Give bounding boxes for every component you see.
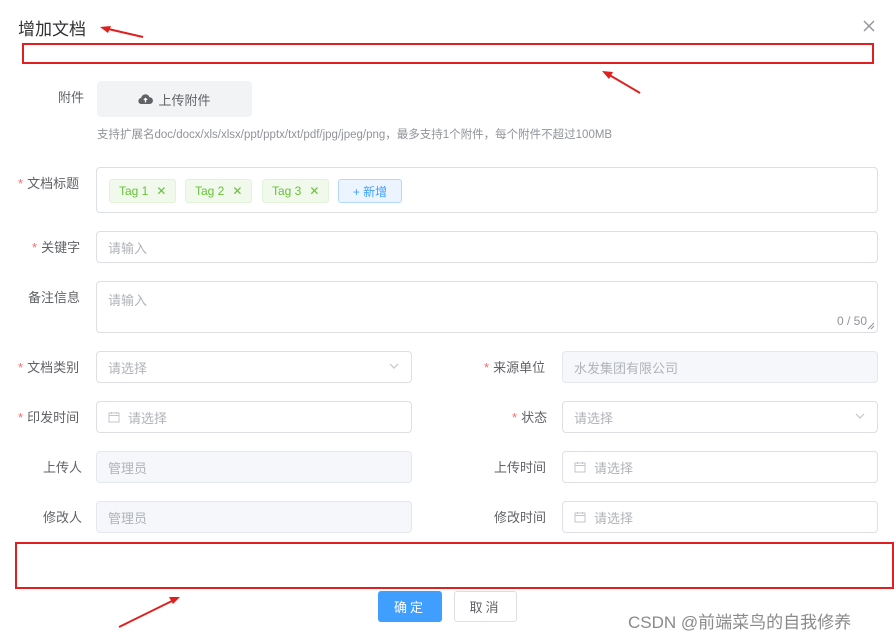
uploader-value: 管理员 [108,460,148,476]
doc-type-select[interactable]: 请选择 [96,351,412,383]
annotation-box-top [22,43,874,64]
chevron-down-icon [855,413,865,419]
cancel-button[interactable]: 取消 [454,591,517,622]
remarks-placeholder: 请输入 [108,293,148,308]
source-unit-input: 水发集团有限公司 [562,351,878,383]
tag-close-icon[interactable]: ✕ [156,184,166,198]
upload-attachment-button[interactable]: 上传附件 [97,81,252,117]
required-mark: * [18,410,24,425]
upload-time-picker[interactable]: 请选择 [562,451,878,483]
required-mark: * [18,360,24,375]
issue-time-label: * 印发时间 [18,410,80,425]
tag-item: Tag 3 ✕ [262,179,330,203]
modifier-input: 管理员 [96,501,412,533]
uploader-input: 管理员 [96,451,412,483]
upload-button-label: 上传附件 [158,92,211,108]
doc-type-placeholder: 请选择 [108,360,148,376]
required-mark: * [32,240,38,255]
calendar-icon [108,412,120,423]
confirm-button[interactable]: 确定 [378,591,442,622]
keyword-placeholder: 请输入 [108,240,148,256]
tag-item: Tag 1 ✕ [109,179,177,203]
remarks-textarea[interactable]: 请输入 0 / 50 [96,281,878,333]
cloud-upload-icon [138,94,154,105]
source-unit-value: 水发集团有限公司 [574,360,679,376]
doc-title-label: * 文档标题 [18,176,80,191]
source-unit-label: * 来源单位 [484,360,546,375]
close-icon[interactable] [862,19,880,37]
status-placeholder: 请选择 [574,410,614,426]
upload-time-label: 上传时间 [494,460,547,475]
char-counter: 0 / 50 [836,314,867,328]
modify-time-label: 修改时间 [494,510,547,525]
modifier-value: 管理员 [108,510,148,526]
status-select[interactable]: 请选择 [562,401,878,433]
calendar-icon [574,512,586,523]
tag-close-icon[interactable]: ✕ [309,184,319,198]
upload-time-placeholder: 请选择 [594,460,634,476]
modifier-label: 修改人 [43,510,83,525]
issue-time-placeholder: 请选择 [128,410,168,426]
issue-time-picker[interactable]: 请选择 [96,401,412,433]
annotation-box-bottom [15,542,894,589]
required-mark: * [484,360,490,375]
add-tag-button[interactable]: + 新增 [338,179,402,203]
keyword-input[interactable]: 请输入 [96,231,878,263]
required-mark: * [18,176,24,191]
keyword-label: * 关键字 [32,240,81,255]
chevron-down-icon [389,363,399,369]
watermark: CSDN @前端菜鸟的自我修养 [628,613,852,632]
remarks-label: 备注信息 [28,290,81,305]
tag-close-icon[interactable]: ✕ [232,184,242,198]
modify-time-picker[interactable]: 请选择 [562,501,878,533]
upload-tip: 支持扩展名doc/docx/xls/xlsx/ppt/pptx/txt/pdf/… [97,129,613,141]
status-label: * 状态 [512,410,548,425]
tag-item: Tag 2 ✕ [185,179,253,203]
required-mark: * [512,410,518,425]
uploader-label: 上传人 [43,460,83,475]
modify-time-placeholder: 请选择 [594,510,634,526]
resize-handle-icon[interactable] [867,322,875,330]
calendar-icon [574,462,586,473]
doc-type-label: * 文档类别 [18,360,80,375]
dialog-title: 增加文档 [18,20,86,39]
attachment-label: 附件 [58,90,85,105]
